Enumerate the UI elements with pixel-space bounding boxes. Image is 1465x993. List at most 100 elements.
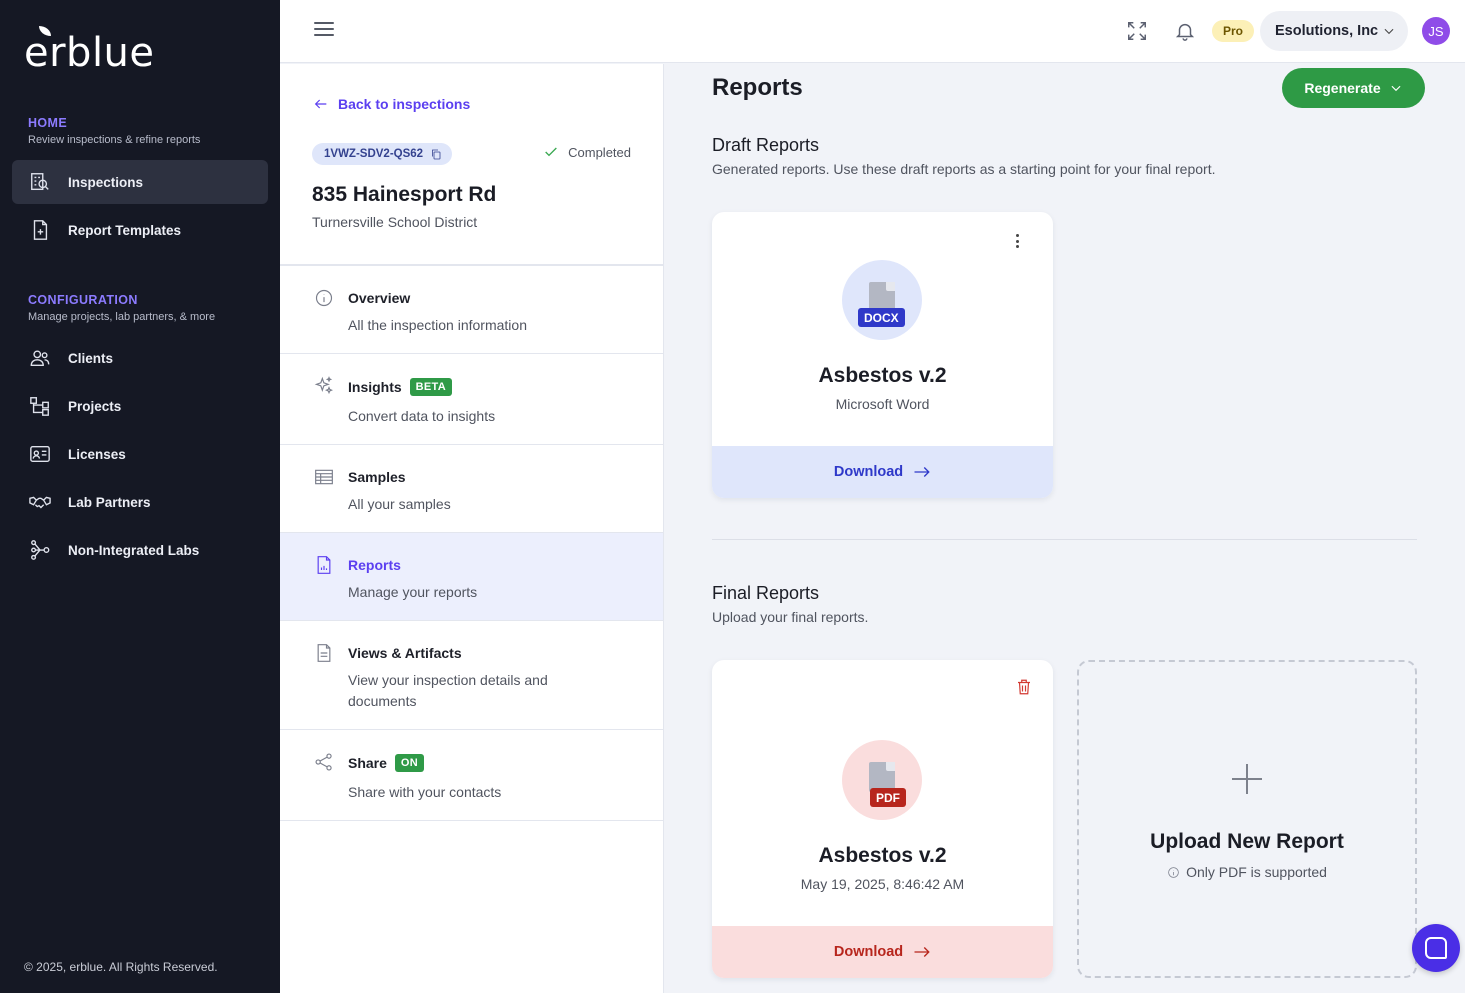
beta-badge: BETA (409, 378, 452, 396)
menu-item-share[interactable]: Share ON Share with your contacts (280, 730, 663, 821)
clients-icon (28, 346, 52, 370)
download-button[interactable]: Download (712, 446, 1053, 498)
menu-item-subtitle: All your samples (348, 496, 451, 512)
draft-reports-description: Generated reports. Use these draft repor… (712, 161, 1216, 177)
info-icon (1168, 866, 1179, 878)
report-template-icon (28, 218, 52, 242)
home-section: HOME Review inspections & refine reports (28, 116, 200, 146)
report-subtitle: Microsoft Word (835, 396, 930, 412)
back-to-inspections-link[interactable]: Back to inspections (313, 96, 470, 112)
menu-toggle-icon[interactable] (314, 22, 334, 40)
sidebar-item-label: Inspections (68, 174, 144, 190)
sidebar-item-inspections[interactable]: Inspections (12, 160, 268, 204)
user-avatar[interactable]: JS (1422, 17, 1450, 45)
sidebar-item-lab-partners[interactable]: Lab Partners (12, 480, 268, 524)
chat-icon (1425, 937, 1447, 959)
menu-item-insights[interactable]: Insights BETA Convert data to insights (280, 354, 663, 445)
upload-new-report-dropzone[interactable]: Upload New Report Only PDF is supported (1077, 660, 1417, 978)
sidebar-item-label: Projects (68, 398, 122, 414)
document-icon (314, 643, 334, 663)
report-timestamp: May 19, 2025, 8:46:42 AM (800, 876, 965, 892)
organization-select[interactable]: Esolutions, Inc (1260, 11, 1408, 51)
home-section-subtitle: Review inspections & refine reports (28, 134, 201, 146)
menu-item-overview[interactable]: Overview All the inspection information (280, 266, 663, 354)
reports-main: Reports Regenerate Draft Reports Generat… (664, 64, 1465, 993)
configuration-section-title: CONFIGURATION (28, 293, 138, 307)
sidebar-item-non-integrated-labs[interactable]: Non-Integrated Labs (12, 528, 268, 572)
home-section-title: HOME (28, 116, 68, 130)
draft-report-card: DOCX Asbestos v.2 Microsoft Word Downloa… (712, 212, 1053, 498)
arrow-left-icon (314, 99, 327, 109)
regenerate-button[interactable]: Regenerate (1282, 68, 1425, 108)
menu-item-views-artifacts[interactable]: Views & Artifacts View your inspection d… (280, 621, 663, 730)
menu-item-reports[interactable]: Reports Manage your reports (280, 533, 663, 621)
share-on-badge: ON (394, 754, 425, 772)
pdf-file-icon: PDF (842, 740, 922, 820)
final-reports-description: Upload your final reports. (712, 609, 869, 625)
arrow-right-icon (914, 947, 930, 957)
final-reports-heading: Final Reports (712, 583, 820, 603)
menu-item-subtitle: Share with your contacts (348, 784, 502, 800)
file-type-label: DOCX (858, 308, 905, 327)
sidebar-item-clients[interactable]: Clients (12, 336, 268, 380)
share-icon (314, 752, 334, 772)
sidebar-item-projects[interactable]: Projects (12, 384, 268, 428)
inspection-district: Turnersville School District (312, 214, 478, 230)
table-icon (314, 467, 334, 487)
sidebar-item-label: Lab Partners (68, 494, 151, 510)
menu-item-title: Insights BETA (348, 378, 452, 396)
download-button[interactable]: Download (712, 926, 1053, 978)
status-badge: Completed (543, 144, 631, 160)
inspections-icon (28, 170, 52, 194)
plus-icon (1230, 762, 1264, 796)
sidebar-item-label: Report Templates (68, 222, 182, 238)
menu-item-subtitle: Manage your reports (348, 584, 478, 600)
file-type-label: PDF (870, 788, 906, 807)
copy-icon[interactable] (430, 148, 442, 160)
notification-bell-icon[interactable] (1172, 18, 1198, 44)
erblue-logo[interactable]: erblue (24, 26, 155, 76)
menu-item-title: Views & Artifacts (348, 645, 462, 661)
network-icon (28, 538, 52, 562)
page-title: Reports (712, 74, 803, 101)
chevron-down-icon (1384, 28, 1394, 35)
inspection-code-chip[interactable]: 1VWZ-SDV2-QS62 (312, 143, 453, 165)
chevron-down-icon (1391, 85, 1401, 92)
trash-icon[interactable] (1015, 678, 1035, 698)
section-divider (712, 539, 1417, 540)
sidebar: erblue HOME Review inspections & refine … (0, 0, 280, 993)
top-bar: Pro Esolutions, Inc JS (280, 0, 1465, 63)
info-icon (314, 288, 334, 308)
sidebar-item-label: Non-Integrated Labs (68, 542, 200, 558)
sidebar-item-licenses[interactable]: Licenses (12, 432, 268, 476)
menu-item-title: Samples (348, 469, 406, 485)
arrow-right-icon (914, 467, 930, 477)
menu-item-title: Overview (348, 290, 411, 306)
menu-item-subtitle: View your inspection details and documen… (348, 672, 548, 709)
configuration-section: CONFIGURATION Manage projects, lab partn… (28, 293, 215, 323)
menu-item-title: Reports (348, 557, 401, 573)
organization-name: Esolutions, Inc (1275, 23, 1379, 39)
report-title: Asbestos v.2 (818, 844, 947, 867)
menu-item-samples[interactable]: Samples All your samples (280, 445, 663, 533)
more-options-icon[interactable] (1011, 232, 1023, 250)
fullscreen-icon[interactable] (1124, 18, 1150, 44)
inspection-panel: Back to inspections 1VWZ-SDV2-QS62 Compl… (280, 64, 664, 993)
report-title: Asbestos v.2 (818, 364, 947, 387)
chat-support-button[interactable] (1412, 924, 1460, 972)
sidebar-item-label: Licenses (68, 446, 126, 462)
sidebar-item-label: Clients (68, 350, 114, 366)
upload-note: Only PDF is supported (1079, 864, 1415, 880)
menu-item-title: Share ON (348, 754, 425, 772)
report-icon (314, 555, 334, 575)
configuration-section-subtitle: Manage projects, lab partners, & more (28, 311, 216, 323)
handshake-icon (28, 490, 52, 514)
projects-icon (28, 394, 52, 418)
upload-title: Upload New Report (1150, 830, 1344, 853)
pro-badge: Pro (1212, 20, 1254, 42)
docx-file-icon: DOCX (842, 260, 922, 340)
menu-item-subtitle: Convert data to insights (348, 408, 496, 424)
sidebar-item-report-templates[interactable]: Report Templates (12, 208, 268, 252)
copyright-text: © 2025, erblue. All Rights Reserved. (24, 960, 218, 974)
license-icon (28, 442, 52, 466)
